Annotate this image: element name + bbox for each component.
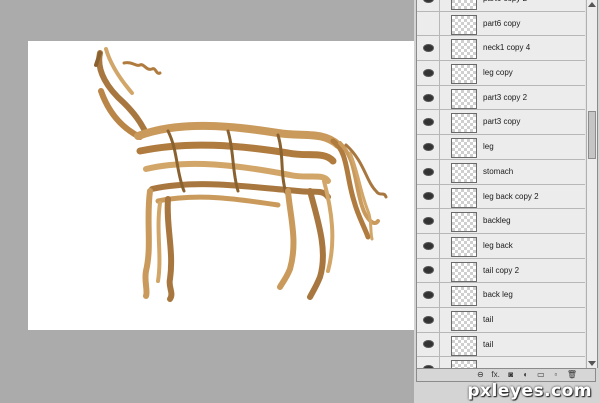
eye-icon xyxy=(423,193,433,200)
layer-row[interactable]: tail xyxy=(417,307,585,333)
layer-thumbnail xyxy=(451,286,477,307)
visibility-toggle[interactable] xyxy=(417,61,440,85)
scroll-down-icon[interactable] xyxy=(588,361,596,366)
add-mask-icon[interactable]: ◙ xyxy=(507,370,515,380)
eye-icon xyxy=(423,218,433,225)
visibility-toggle[interactable] xyxy=(417,307,440,332)
layer-thumbnail xyxy=(451,39,477,60)
layers-list: part6 copy 2 part6 copy neck1 copy 4 leg co… xyxy=(417,0,585,368)
layer-thumbnail xyxy=(451,0,477,10)
visibility-toggle[interactable] xyxy=(417,110,440,135)
visibility-toggle[interactable] xyxy=(417,233,440,258)
layer-thumbnail xyxy=(451,310,477,331)
layer-row[interactable]: leg copy xyxy=(417,61,585,86)
layer-row[interactable] xyxy=(417,357,585,368)
layer-name: leg xyxy=(483,142,494,152)
layer-name: part6 copy 2 xyxy=(483,0,527,11)
layer-row[interactable]: leg back copy 2 xyxy=(417,184,585,210)
layers-scrollbar[interactable] xyxy=(586,0,597,368)
layer-name: leg back xyxy=(483,240,513,250)
trash-icon[interactable]: 🗑 xyxy=(567,370,577,380)
layer-name: leg back copy 2 xyxy=(483,191,539,201)
visibility-toggle[interactable] xyxy=(417,357,440,368)
layer-name: part3 copy 2 xyxy=(483,92,528,102)
layer-name: tail xyxy=(483,339,494,349)
layer-thumbnail xyxy=(451,88,477,109)
layer-thumbnail xyxy=(451,261,477,282)
layer-thumbnail xyxy=(451,138,477,159)
eye-icon xyxy=(423,0,433,2)
layer-row[interactable]: part6 copy xyxy=(417,11,585,37)
layer-thumbnail xyxy=(451,212,477,233)
driftwood-horse-artwork xyxy=(94,47,388,302)
layer-name: tail xyxy=(483,314,494,324)
visibility-toggle[interactable] xyxy=(417,283,440,307)
layer-row[interactable]: part6 copy 2 xyxy=(417,0,585,12)
eye-icon xyxy=(424,21,433,27)
layer-row[interactable]: leg xyxy=(417,135,585,160)
canvas-area xyxy=(0,0,414,403)
eye-icon xyxy=(423,267,433,274)
eye-icon xyxy=(423,119,433,126)
visibility-toggle[interactable] xyxy=(417,159,440,184)
visibility-toggle[interactable] xyxy=(417,209,440,233)
visibility-toggle[interactable] xyxy=(417,11,440,36)
layer-style-fx-icon[interactable]: fx. xyxy=(491,370,499,380)
layer-name: stomach xyxy=(483,166,514,176)
layers-panel: part6 copy 2 part6 copy neck1 copy 4 leg co… xyxy=(414,0,600,403)
layer-name: backleg xyxy=(483,216,511,226)
scroll-up-icon[interactable] xyxy=(588,2,596,7)
eye-icon xyxy=(423,69,433,76)
layer-row[interactable]: part3 copy 2 xyxy=(417,85,585,111)
scroll-thumb[interactable] xyxy=(588,111,596,159)
layer-row[interactable]: back leg xyxy=(417,283,585,308)
layer-row[interactable]: stomach xyxy=(417,159,585,185)
layer-row[interactable]: part3 copy xyxy=(417,110,585,136)
layer-name: part6 copy xyxy=(483,18,521,28)
eye-icon xyxy=(423,341,433,348)
visibility-toggle[interactable] xyxy=(417,36,440,61)
layer-thumbnail xyxy=(451,162,477,183)
layers-toolbar: ⊖ fx. ◙ ◐ ▭ ▫ 🗑 xyxy=(416,368,596,382)
layer-row[interactable]: tail xyxy=(417,332,585,358)
eye-icon xyxy=(423,143,433,150)
layer-name: back leg xyxy=(483,290,513,300)
layer-thumbnail xyxy=(451,236,477,257)
layer-thumbnail xyxy=(451,113,477,134)
layer-thumbnail xyxy=(451,335,477,356)
document-canvas[interactable] xyxy=(28,41,414,330)
layer-row[interactable]: neck1 copy 4 xyxy=(417,36,585,62)
link-layers-icon[interactable]: ⊖ xyxy=(476,370,484,380)
eye-icon xyxy=(423,94,433,101)
eye-icon xyxy=(423,242,433,249)
visibility-toggle[interactable] xyxy=(417,184,440,209)
layer-thumbnail xyxy=(451,187,477,208)
eye-icon xyxy=(423,45,433,52)
new-layer-icon[interactable]: ▫ xyxy=(552,370,560,380)
eye-icon xyxy=(423,292,433,299)
eye-icon xyxy=(423,168,433,175)
watermark: pxleyes.com xyxy=(467,381,592,401)
layer-name: tail copy 2 xyxy=(483,265,520,275)
visibility-toggle[interactable] xyxy=(417,85,440,110)
layer-name: neck1 copy 4 xyxy=(483,43,531,53)
visibility-toggle[interactable] xyxy=(417,332,440,357)
adjustment-layer-icon[interactable]: ◐ xyxy=(522,370,530,380)
layer-name: part3 copy xyxy=(483,117,521,127)
layers-list-frame: part6 copy 2 part6 copy neck1 copy 4 leg co… xyxy=(416,0,598,368)
layer-thumbnail xyxy=(451,14,477,35)
layer-row[interactable]: leg back xyxy=(417,233,585,259)
eye-icon xyxy=(423,316,433,323)
layer-thumbnail xyxy=(451,360,477,368)
layer-name: leg copy xyxy=(483,68,513,78)
visibility-toggle[interactable] xyxy=(417,258,440,283)
layer-row[interactable]: tail copy 2 xyxy=(417,258,585,284)
visibility-toggle[interactable] xyxy=(417,0,440,11)
new-group-icon[interactable]: ▭ xyxy=(537,370,545,380)
layer-row[interactable]: backleg xyxy=(417,209,585,234)
layer-thumbnail xyxy=(451,64,477,85)
visibility-toggle[interactable] xyxy=(417,135,440,159)
